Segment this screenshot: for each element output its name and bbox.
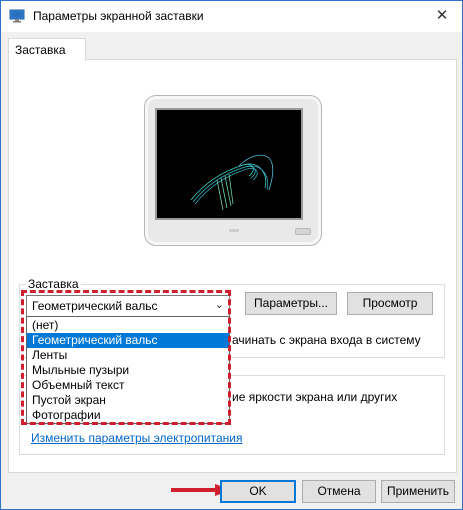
preview-screen (155, 108, 303, 220)
option-photos[interactable]: Фотографии (27, 408, 229, 423)
monitor-power-button (295, 228, 311, 235)
resume-logon-label: ачинать с экрана входа в систему (232, 333, 421, 347)
settings-button[interactable]: Параметры... (245, 292, 337, 315)
option-ribbons[interactable]: Ленты (27, 348, 229, 363)
ok-button[interactable]: OK (220, 480, 296, 503)
monitor-led (229, 229, 239, 232)
screensaver-settings-window: Параметры экранной заставки ✕ Заставка З… (0, 0, 463, 510)
apply-button[interactable]: Применить (381, 480, 455, 503)
monitor-preview (144, 95, 322, 246)
screensaver-group-legend: Заставка (26, 277, 81, 291)
window-title: Параметры экранной заставки (33, 9, 204, 23)
change-power-settings-link[interactable]: Изменить параметры электропитания (31, 431, 242, 445)
option-3d-text[interactable]: Объемный текст (27, 378, 229, 393)
option-bubbles[interactable]: Мыльные пузыри (27, 363, 229, 378)
screensaver-select[interactable]: Геометрический вальс ⌄ (26, 295, 230, 317)
preview-button[interactable]: Просмотр (347, 292, 433, 315)
screensaver-dropdown-list: (нет) Геометрический вальс Ленты Мыльные… (26, 316, 230, 424)
option-blank[interactable]: Пустой экран (27, 393, 229, 408)
close-icon: ✕ (435, 7, 449, 24)
option-none[interactable]: (нет) (27, 318, 229, 333)
monitor-icon (9, 9, 25, 23)
geometric-waltz-art (190, 154, 274, 211)
tab-screensaver[interactable]: Заставка (8, 38, 86, 61)
option-geometric-waltz[interactable]: Геометрический вальс (27, 333, 229, 348)
tab-label: Заставка (15, 43, 66, 57)
power-description: ие яркости экрана или других (232, 390, 398, 404)
close-button[interactable]: ✕ (432, 6, 452, 26)
screensaver-select-value: Геометрический вальс (32, 299, 158, 313)
title-bar: Параметры экранной заставки ✕ (1, 1, 462, 32)
chevron-down-icon: ⌄ (214, 299, 224, 311)
cancel-button[interactable]: Отмена (302, 480, 376, 503)
